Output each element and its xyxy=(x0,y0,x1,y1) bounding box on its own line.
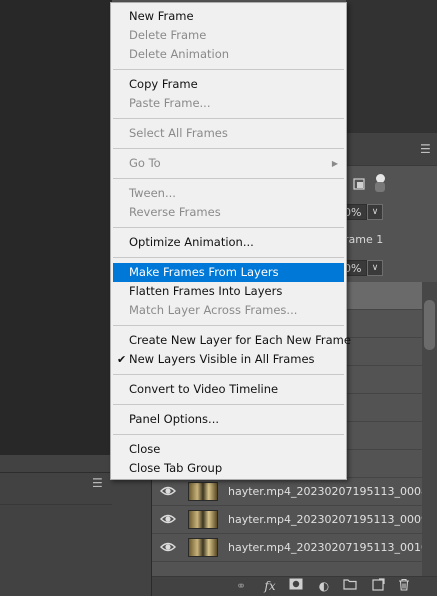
menu-item-copy-frame[interactable]: Copy Frame xyxy=(113,75,344,94)
document-canvas[interactable] xyxy=(0,0,112,455)
eye-visibility-icon[interactable] xyxy=(160,512,176,526)
folder-icon[interactable] xyxy=(342,578,358,594)
menu-item-label: Delete Frame xyxy=(129,28,207,42)
context-menu: New Frame Delete Frame Delete Animation Cop… xyxy=(110,2,351,480)
left-bottom-panel xyxy=(0,472,112,596)
layers-scrollbar-thumb[interactable] xyxy=(424,300,435,350)
menu-item-new-frame[interactable]: New Frame xyxy=(113,7,344,26)
menu-item-label: Optimize Animation... xyxy=(129,235,254,249)
menu-separator xyxy=(113,118,344,119)
chevron-right-icon: ▶ xyxy=(331,159,338,168)
menu-item-flatten-frames-into-layers[interactable]: Flatten Frames Into Layers xyxy=(113,282,344,301)
toggle-icon[interactable] xyxy=(375,174,385,192)
menu-item-close[interactable]: Close xyxy=(113,440,344,459)
menu-separator xyxy=(113,69,344,70)
eye-visibility-icon[interactable] xyxy=(160,540,176,554)
menu-item-label: Delete Animation xyxy=(129,47,230,61)
menu-separator xyxy=(113,374,344,375)
menu-item-label: Panel Options... xyxy=(129,412,220,426)
menu-item-tween[interactable]: Tween... xyxy=(113,184,344,203)
menu-item-label: New Layers Visible in All Frames xyxy=(129,352,315,366)
opacity-dropdown-chevron-icon[interactable]: ∨ xyxy=(367,204,383,220)
menu-item-label: Create New Layer for Each New Frame xyxy=(129,333,351,347)
menu-item-label: Tween... xyxy=(129,186,176,200)
menu-item-panel-options[interactable]: Panel Options... xyxy=(113,410,344,429)
trash-icon[interactable] xyxy=(396,578,412,594)
frame-label: rame 1 xyxy=(344,233,384,246)
top-right-panel xyxy=(346,0,437,133)
mask-icon[interactable] xyxy=(288,578,304,594)
menu-item-match-layer-across-frames[interactable]: Match Layer Across Frames... xyxy=(113,301,344,320)
menu-item-label: Copy Frame xyxy=(129,77,198,91)
menu-item-label: Convert to Video Timeline xyxy=(129,382,279,396)
lock-icon[interactable] xyxy=(353,178,365,190)
layer-thumbnail xyxy=(188,482,218,501)
link-icon[interactable]: ⚭ xyxy=(233,578,249,594)
layer-thumbnail xyxy=(188,538,218,557)
menu-item-delete-animation[interactable]: Delete Animation xyxy=(113,45,344,64)
menu-separator xyxy=(113,227,344,228)
fill-dropdown-chevron-icon[interactable]: ∨ xyxy=(367,260,383,276)
menu-item-reverse-frames[interactable]: Reverse Frames xyxy=(113,203,344,222)
menu-separator xyxy=(113,257,344,258)
menu-item-label: Go To xyxy=(129,156,161,170)
eye-visibility-icon[interactable] xyxy=(160,484,176,498)
menu-item-label: Close Tab Group xyxy=(129,461,223,475)
menu-item-label: New Frame xyxy=(129,9,194,23)
layer-row[interactable]: hayter.mp4_20230207195113_0009.... xyxy=(152,506,437,534)
menu-item-go-to[interactable]: Go To ▶ xyxy=(113,154,344,173)
menu-item-new-layers-visible-in-all-frames[interactable]: New Layers Visible in All Frames ✔ xyxy=(113,350,344,369)
canvas-horizontal-scrollbar[interactable] xyxy=(0,455,112,472)
fx-icon[interactable]: fx xyxy=(262,578,278,594)
panel-gap xyxy=(112,472,152,596)
menu-item-close-tab-group[interactable]: Close Tab Group xyxy=(113,459,344,478)
layer-name: hayter.mp4_20230207195113_0008.... xyxy=(228,485,437,498)
menu-item-convert-to-video-timeline[interactable]: Convert to Video Timeline xyxy=(113,380,344,399)
menu-item-make-frames-from-layers[interactable]: Make Frames From Layers xyxy=(113,263,344,282)
layer-thumbnail xyxy=(188,510,218,529)
menu-item-label: Close xyxy=(129,442,161,456)
layer-name: hayter.mp4_20230207195113_0009.... xyxy=(228,513,437,526)
new-layer-icon[interactable] xyxy=(370,578,386,594)
menu-item-select-all-frames[interactable]: Select All Frames xyxy=(113,124,344,143)
menu-separator xyxy=(113,325,344,326)
layer-row[interactable]: hayter.mp4_20230207195113_0008.... xyxy=(152,478,437,506)
menu-item-label: Match Layer Across Frames... xyxy=(129,303,298,317)
menu-separator xyxy=(113,148,344,149)
menu-item-label: Make Frames From Layers xyxy=(129,265,279,279)
panel-divider xyxy=(0,504,112,505)
menu-item-label: Select All Frames xyxy=(129,126,228,140)
menu-separator xyxy=(113,178,344,179)
menu-item-create-new-layer-for-each-new-frame[interactable]: Create New Layer for Each New Frame xyxy=(113,331,351,350)
menu-item-delete-frame[interactable]: Delete Frame xyxy=(113,26,344,45)
checkmark-icon: ✔ xyxy=(117,353,127,366)
adjustment-icon[interactable]: ◐ xyxy=(316,578,332,594)
menu-separator xyxy=(113,404,344,405)
left-panel-menu-icon[interactable]: ☰ xyxy=(92,477,106,489)
menu-item-label: Flatten Frames Into Layers xyxy=(129,284,283,298)
layers-panel-menu-icon[interactable]: ☰ xyxy=(420,143,434,155)
menu-item-paste-frame[interactable]: Paste Frame... xyxy=(113,94,344,113)
menu-item-optimize-animation[interactable]: Optimize Animation... xyxy=(113,233,344,252)
layer-row[interactable]: hayter.mp4_20230207195113_0010.... xyxy=(152,534,437,562)
menu-separator xyxy=(113,434,344,435)
layer-name: hayter.mp4_20230207195113_0010.... xyxy=(228,541,437,554)
menu-item-label: Reverse Frames xyxy=(129,205,221,219)
menu-item-label: Paste Frame... xyxy=(129,96,211,110)
